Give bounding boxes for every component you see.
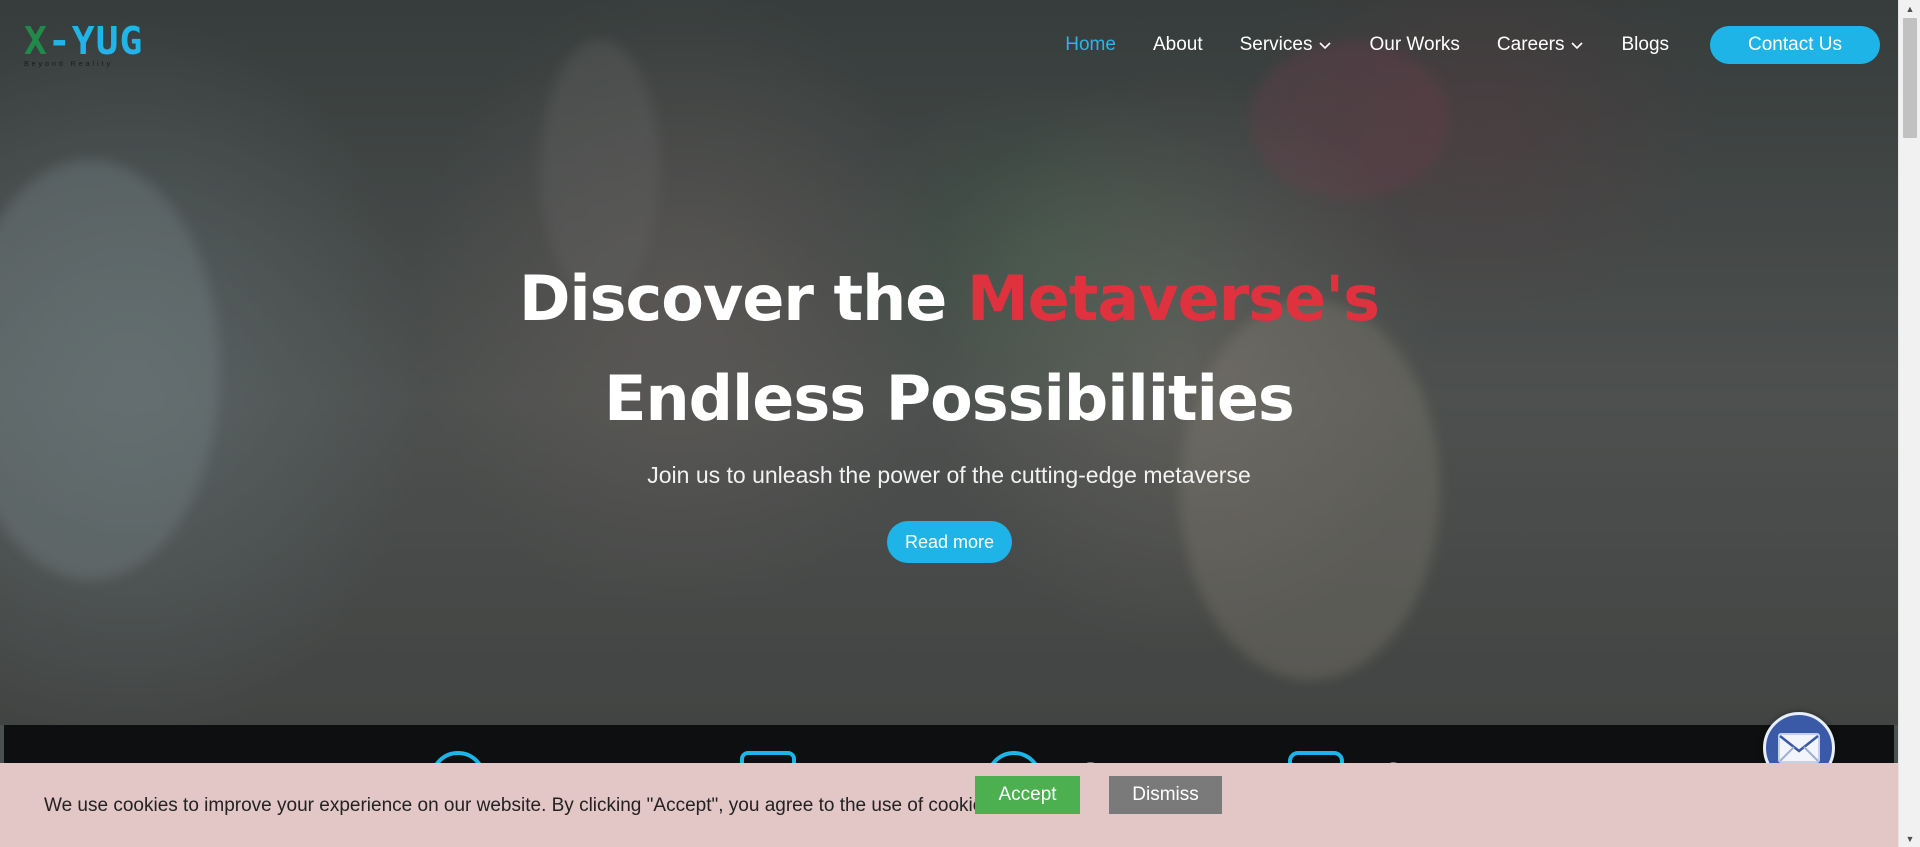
contact-us-button[interactable]: Contact Us xyxy=(1710,26,1880,64)
scroll-up-arrow-icon[interactable]: ▲ xyxy=(1899,0,1920,17)
hero-subtitle: Join us to unleash the power of the cutt… xyxy=(647,462,1251,488)
chevron-down-icon xyxy=(1319,42,1332,50)
logo-tagline: Beyond Reality xyxy=(24,61,114,68)
scroll-down-arrow-icon[interactable]: ▼ xyxy=(1899,830,1920,847)
nav-careers[interactable]: Careers xyxy=(1497,34,1585,56)
page-scrollbar[interactable]: ▲ ▼ xyxy=(1898,0,1920,847)
hero-headline-line2: Endless Possibilities xyxy=(604,362,1295,435)
cookie-banner: We use cookies to improve your experienc… xyxy=(0,763,1898,847)
mail-icon xyxy=(1778,733,1820,763)
scrollbar-thumb[interactable] xyxy=(1903,18,1917,138)
headline-text: Discover the xyxy=(518,262,967,335)
nav-services[interactable]: Services xyxy=(1240,34,1333,56)
cookie-message: We use cookies to improve your experienc… xyxy=(44,795,999,816)
chevron-down-icon xyxy=(1571,42,1584,50)
main-nav: Home About Services Our Works Careers Bl… xyxy=(1028,26,1880,64)
nav-our-works-label: Our Works xyxy=(1369,34,1460,55)
logo-x: X xyxy=(24,19,48,63)
logo-yug: -YUG xyxy=(47,19,144,63)
logo-wordmark: X-YUG xyxy=(24,22,166,60)
cookie-dismiss-button[interactable]: Dismiss xyxy=(1109,776,1222,814)
headline-accent: Metaverse's xyxy=(966,262,1380,335)
nav-home[interactable]: Home xyxy=(1065,34,1116,56)
nav-services-label: Services xyxy=(1239,34,1313,55)
nav-about-label: About xyxy=(1152,34,1203,55)
nav-about[interactable]: About xyxy=(1153,34,1203,56)
nav-blogs-label: Blogs xyxy=(1621,34,1670,55)
nav-home-label: Home xyxy=(1065,34,1116,55)
nav-blogs[interactable]: Blogs xyxy=(1621,34,1669,56)
cookie-accept-button[interactable]: Accept xyxy=(975,776,1080,814)
read-more-button[interactable]: Read more xyxy=(887,521,1012,563)
site-logo[interactable]: X-YUG Beyond Reality xyxy=(24,22,166,68)
hero-headline-line1: Discover the Metaverse's xyxy=(0,262,1898,335)
nav-our-works[interactable]: Our Works xyxy=(1369,34,1459,56)
nav-careers-label: Careers xyxy=(1496,34,1565,55)
